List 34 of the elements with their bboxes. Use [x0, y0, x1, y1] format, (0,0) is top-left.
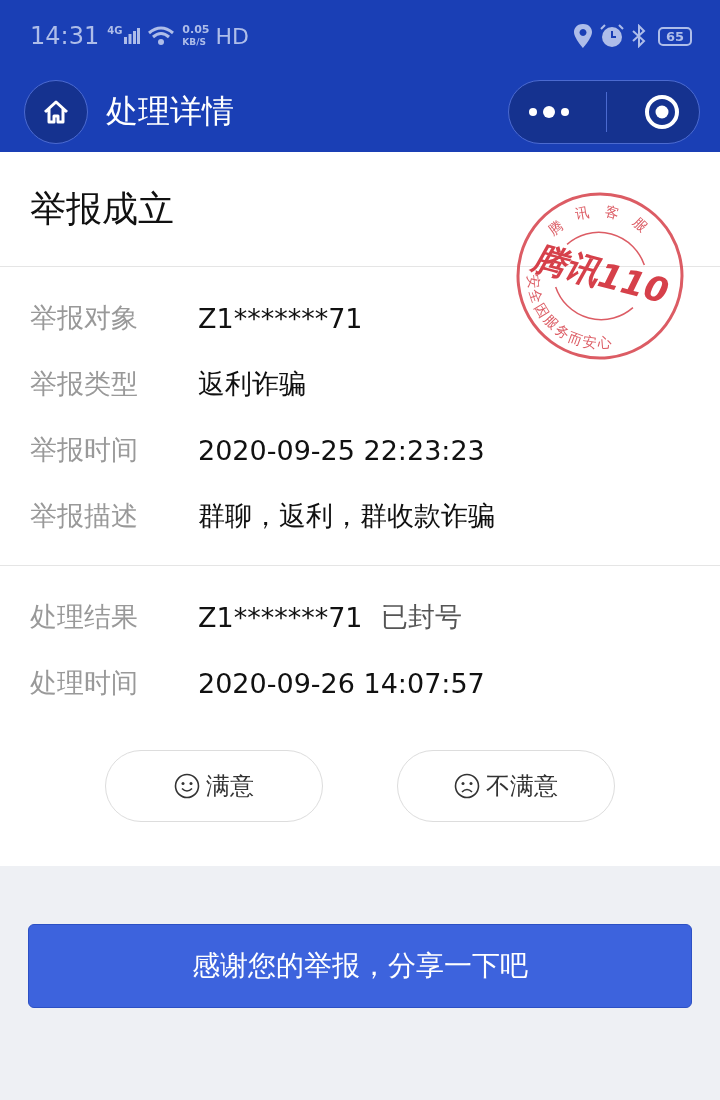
- satisfied-button[interactable]: 满意: [105, 750, 323, 822]
- sad-face-icon: [454, 773, 480, 799]
- field-value: Z1*******71: [198, 601, 363, 633]
- dissatisfied-button[interactable]: 不满意: [397, 750, 615, 822]
- result-title: 举报成立: [30, 186, 174, 231]
- network-type: 4G: [107, 24, 123, 36]
- wifi-icon: [148, 26, 175, 46]
- field-label: 处理结果: [30, 600, 139, 634]
- smiley-icon: [174, 773, 200, 799]
- field-value: 2020-09-25 22:23:23: [198, 434, 485, 466]
- speed-unit: KB/S: [182, 36, 207, 48]
- clock: 14:31: [30, 22, 100, 50]
- field-value: Z1*******71: [198, 302, 363, 334]
- speed-value: 0.05: [182, 24, 210, 36]
- field-value: 群聊，返利，群收款诈骗: [198, 499, 495, 533]
- bluetooth-icon: [631, 24, 646, 48]
- field-label: 举报时间: [30, 433, 139, 467]
- field-value: 返利诈骗: [198, 367, 306, 401]
- hd-label: HD: [215, 23, 249, 49]
- close-icon[interactable]: [643, 93, 682, 131]
- battery-indicator: 65: [657, 26, 692, 46]
- field-value: 2020-09-26 14:07:57: [198, 667, 485, 699]
- more-icon[interactable]: [526, 105, 571, 119]
- field-label: 举报类型: [30, 367, 139, 401]
- status-tag: 已封号: [380, 599, 462, 635]
- page-title: 处理详情: [106, 91, 234, 132]
- field-label: 举报对象: [30, 301, 139, 335]
- signal-icon: [124, 28, 141, 44]
- stamp-text: 腾讯客服: [545, 201, 661, 245]
- share-button[interactable]: 感谢您的举报，分享一下吧: [28, 924, 692, 1008]
- alarm-icon: [599, 24, 624, 48]
- field-label: 处理时间: [30, 666, 139, 700]
- field-label: 举报描述: [30, 499, 139, 533]
- location-icon: [573, 24, 592, 48]
